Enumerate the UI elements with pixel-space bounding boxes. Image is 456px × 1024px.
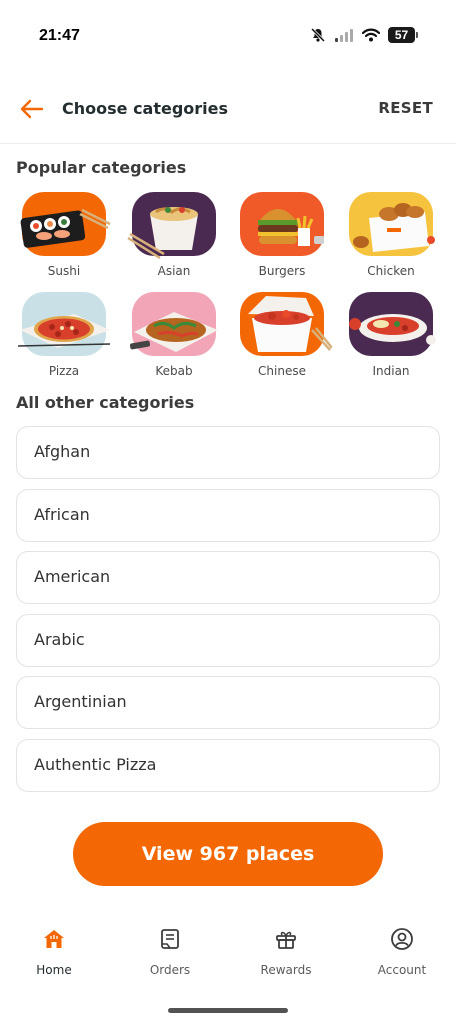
view-places-button[interactable]: View 967 places — [73, 822, 383, 886]
home-icon — [44, 930, 64, 948]
category-tile-chinese[interactable]: Chinese — [232, 288, 332, 384]
kebab-image — [129, 292, 218, 356]
category-label: Sushi — [47, 264, 81, 278]
category-tile-chicken[interactable]: Chicken — [341, 188, 441, 284]
popular-categories-title: Popular categories — [16, 158, 187, 177]
category-label: Pizza — [48, 364, 80, 378]
category-tile-indian[interactable]: Indian — [341, 288, 441, 384]
battery-level: 57 — [388, 27, 415, 43]
battery-icon: 57 — [388, 27, 418, 43]
page-title: Choose categories — [62, 99, 229, 118]
category-item-authentic-pizza[interactable]: Authentic Pizza — [16, 738, 440, 792]
burgers-image — [240, 192, 324, 256]
category-item-label: African — [34, 504, 90, 524]
reset-button[interactable]: RESET — [378, 99, 433, 117]
status-time: 21:47 — [39, 27, 80, 44]
category-item-afghan[interactable]: Afghan — [16, 426, 440, 479]
wifi-icon — [362, 28, 380, 42]
category-tile-burgers[interactable]: Burgers — [232, 188, 332, 284]
category-item-argentinian[interactable]: Argentinian — [16, 676, 440, 729]
category-label: Chinese — [258, 364, 306, 378]
gift-icon — [276, 931, 296, 949]
signal-icon — [335, 29, 353, 42]
tab-home[interactable]: Home — [4, 915, 104, 985]
category-item-label: American — [34, 567, 111, 586]
header: Choose categories RESET — [0, 82, 456, 144]
tab-orders[interactable]: Orders — [120, 915, 220, 985]
other-categories-title: All other categories — [16, 393, 195, 412]
category-tile-asian[interactable]: Asian — [124, 188, 224, 284]
category-item-label: Authentic Pizza — [34, 754, 157, 774]
status-icons: 57 — [310, 27, 418, 43]
category-label: Burgers — [258, 264, 306, 278]
asian-image — [127, 192, 216, 260]
chinese-image — [240, 292, 332, 356]
bottom-tab-bar: Home Orders Rewards Account — [0, 915, 456, 995]
category-tile-pizza[interactable]: Pizza — [14, 288, 114, 384]
home-indicator — [168, 1008, 288, 1013]
category-label: Kebab — [155, 364, 193, 378]
category-item-label: Arabic — [34, 629, 85, 649]
tab-label: Home — [36, 963, 72, 977]
receipt-icon — [161, 929, 179, 949]
category-item-african[interactable]: African — [16, 488, 440, 542]
category-label: Asian — [157, 264, 191, 278]
mute-icon — [310, 27, 326, 43]
tab-account[interactable]: Account — [352, 915, 452, 985]
tab-label: Orders — [149, 963, 191, 977]
pizza-image — [17, 292, 111, 356]
category-item-arabic[interactable]: Arabic — [16, 613, 440, 667]
tab-label: Rewards — [260, 963, 312, 977]
category-label: Indian — [372, 364, 410, 378]
chicken-image — [349, 192, 435, 256]
category-label: Chicken — [367, 264, 415, 278]
back-button[interactable] — [18, 96, 46, 122]
account-icon — [391, 928, 413, 950]
tab-label: Account — [377, 963, 427, 977]
indian-image — [349, 292, 436, 356]
tab-rewards[interactable]: Rewards — [236, 915, 336, 985]
status-bar: 21:47 57 — [0, 0, 456, 70]
category-item-label: Argentinian — [34, 692, 127, 711]
category-item-american[interactable]: American — [16, 551, 440, 604]
category-tile-kebab[interactable]: Kebab — [124, 288, 224, 384]
category-item-label: Afghan — [34, 442, 91, 461]
arrow-left-icon — [20, 99, 44, 119]
sushi-image — [20, 192, 111, 256]
category-tile-sushi[interactable]: Sushi — [14, 188, 114, 284]
